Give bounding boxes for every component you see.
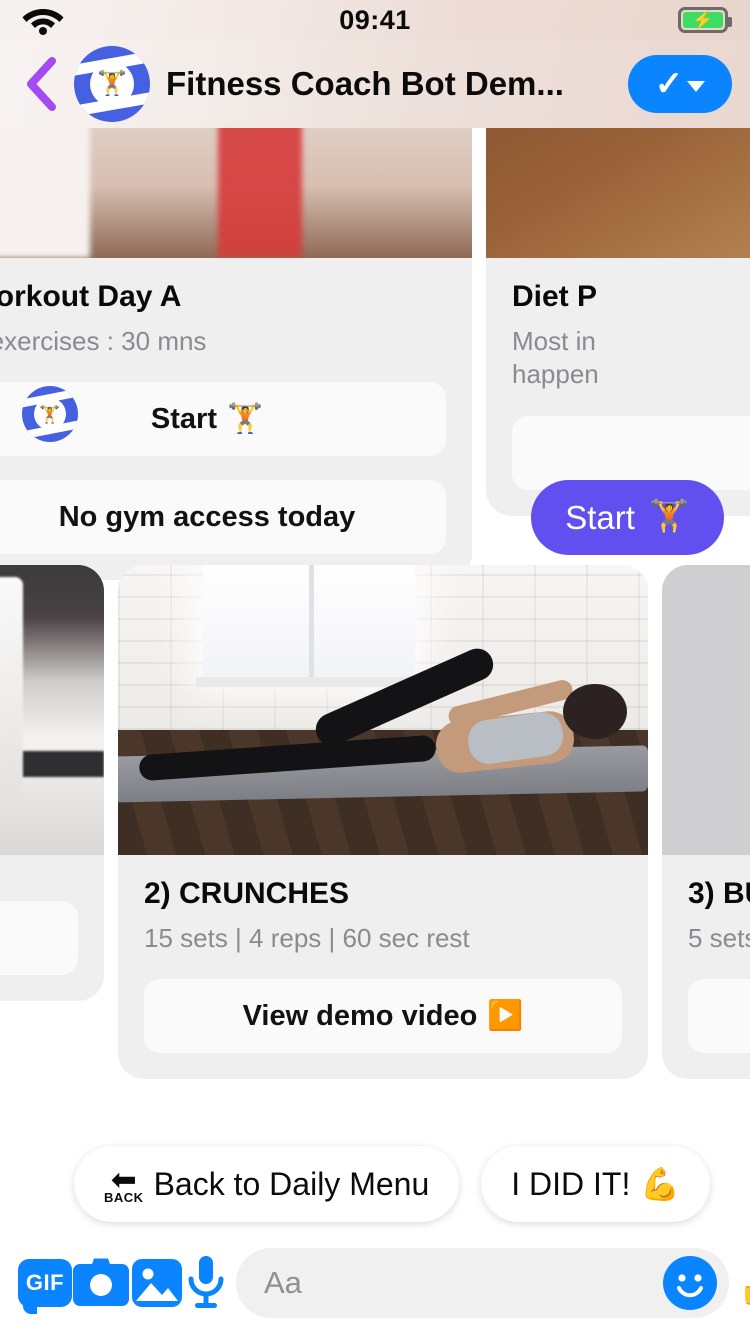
card-subtitle: 15 sets | 4 reps | 60 sec rest [144,922,470,953]
card-button-view-demo-video[interactable]: View demo video ▶️ [144,979,622,1054]
card-title: Workout Day A [0,280,182,313]
avatar-emoji: 🏋 [90,62,134,106]
carousel-card-crunches[interactable]: 2) CRUNCHES 15 sets | 4 reps | 60 sec re… [118,565,648,1080]
message-composer: GIF Aa [0,1232,750,1334]
card-button-no-gym[interactable]: No gym access today [0,480,446,555]
camera-button[interactable] [72,1239,130,1327]
card-button[interactable] [688,979,750,1054]
like-button[interactable]: 👍 [737,1239,750,1327]
gallery-icon [132,1259,182,1307]
outgoing-text: Start [565,498,635,536]
card-subtitle: 8 exercises : 30 mns [0,325,207,356]
exercise-carousel[interactable]: 2) CRUNCHES 15 sets | 4 reps | 60 sec re… [0,565,750,1080]
card-subtitle: Most in happen [512,325,599,390]
gif-button[interactable]: GIF [18,1239,72,1327]
card-button[interactable] [0,901,78,975]
card-button-label: Start [150,402,217,435]
microphone-icon [188,1256,224,1308]
avatar[interactable]: 🏋 [74,46,150,122]
card-image [662,565,750,855]
thumbs-up-icon: 👍 [737,1260,750,1306]
card-image [486,128,750,258]
outgoing-bubble: Start 🏋️ [531,480,724,555]
card-image [118,565,648,855]
carousel-card-burpees[interactable]: 3) BUI 5 sets | [662,565,750,1080]
smiley-icon[interactable] [663,1256,717,1310]
chevron-down-icon [687,80,706,92]
carousel-card-workout-day-a[interactable]: Workout Day A 8 exercises : 30 mns Start… [0,128,472,581]
card-image [0,128,472,258]
quick-reply-label: Back to Daily Menu [153,1165,430,1202]
carousel-card-diet-plan[interactable]: Diet P Most in happen [486,128,750,517]
page-title: Fitness Coach Bot Dem... [166,65,564,102]
bot-avatar-emoji: 🏋 [34,398,66,430]
gif-icon: GIF [18,1259,72,1314]
check-icon: ✓ [654,65,684,103]
card-subtitle: 5 sets | [688,922,750,953]
quick-reply-back-to-daily-menu[interactable]: ⬅ BACK Back to Daily Menu [74,1146,460,1222]
outgoing-message[interactable]: Start 🏋️ [531,480,724,555]
microphone-button[interactable] [184,1239,228,1327]
flexed-biceps-icon: 💪 [640,1166,681,1202]
quick-reply-label: I DID IT! [511,1165,631,1202]
card-image [0,565,104,855]
battery-charging-icon: ⚡ [678,7,732,33]
card-button-label: No gym access today [58,500,356,533]
weightlifter-icon: 🏋️ [226,403,264,436]
card-title: Diet P [512,280,598,313]
carousel-card[interactable] [0,565,104,1001]
done-dropdown-button[interactable]: ✓ [628,55,732,113]
weightlifter-icon: 🏋️ [648,498,690,535]
back-chevron-icon[interactable] [14,57,68,111]
messenger-chat-screen: 09:41 ⚡ 🏋 Fitness Coach Bot Dem... ✓ ork… [0,0,750,1334]
status-time: 09:41 [339,5,411,35]
bot-avatar: 🏋 [22,386,78,442]
back-arrow-icon: ⬅ BACK [104,1162,144,1205]
gallery-button[interactable] [130,1239,184,1327]
chat-header: 🏋 Fitness Coach Bot Dem... ✓ [0,40,750,128]
camera-icon [73,1258,129,1306]
search-input[interactable] [264,1265,663,1301]
card-title: 2) CRUNCHES [144,877,350,910]
card-title: 3) BUI [688,877,750,910]
play-button-icon: ▶️ [487,1000,524,1033]
status-bar: 09:41 ⚡ [0,0,750,40]
message-list[interactable]: Workout Day A 8 exercises : 30 mns Start… [0,128,750,1104]
message-input-wrapper[interactable] [236,1248,729,1318]
quick-reply-i-did-it[interactable]: I DID IT! 💪 [481,1146,711,1222]
card-button-label: View demo video [242,999,478,1032]
quick-reply-bar[interactable]: ⬅ BACK Back to Daily Menu I DID IT! 💪 [0,1136,750,1232]
card-button[interactable] [512,416,750,491]
